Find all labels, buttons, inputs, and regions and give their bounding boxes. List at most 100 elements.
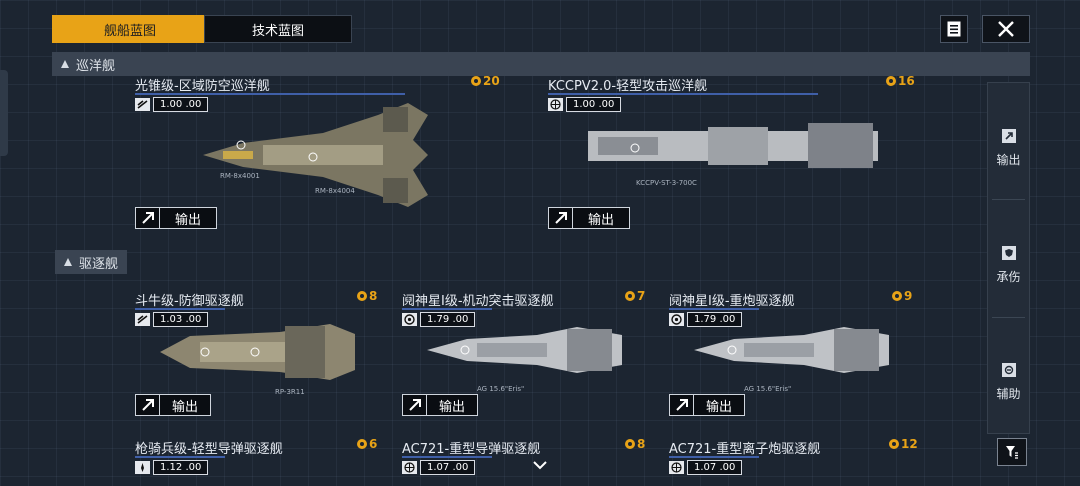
- ship-name: 阋神星I级-重炮驱逐舰: [669, 294, 795, 309]
- close-button[interactable]: [982, 15, 1030, 43]
- title-underline: [669, 308, 759, 310]
- weapon-tag: KCCPV-ST-3-700C: [636, 179, 697, 187]
- blueprint-count: 20: [471, 74, 500, 88]
- export-button[interactable]: 输出: [548, 207, 630, 229]
- ship-model-image: [160, 324, 355, 380]
- export-arrow-icon: [549, 207, 573, 229]
- rating: 1.00 .00: [548, 97, 622, 112]
- section-header-cruiser[interactable]: 巡洋舰: [52, 52, 1030, 76]
- ship-name: 枪骑兵级-轻型导弹驱逐舰: [135, 442, 283, 457]
- divider: [992, 317, 1025, 318]
- ship-model-image: [427, 327, 622, 373]
- export-arrow-icon: [136, 207, 160, 229]
- ship-name: AC721-重型导弹驱逐舰: [402, 442, 541, 457]
- blueprint-count: 9: [892, 289, 912, 303]
- globe-icon: [669, 461, 684, 474]
- title-underline: [548, 93, 818, 95]
- rating-value: 1.12 .00: [153, 460, 209, 475]
- blueprint-gear-icon: [892, 291, 902, 301]
- faction-icon: [669, 313, 684, 326]
- title-underline: [135, 308, 225, 310]
- collapse-triangle-icon: [61, 60, 69, 68]
- blueprint-gear-icon: [357, 439, 367, 449]
- filter-tank[interactable]: 承伤: [988, 246, 1029, 285]
- rating: 1.12 .00: [135, 460, 209, 475]
- ship-card[interactable]: 阋神星I级-重炮驱逐舰 9 1.79 .00 AG 15.6"Eris" 输出: [669, 289, 912, 420]
- list-button[interactable]: [940, 15, 968, 43]
- section-label: 巡洋舰: [76, 58, 116, 74]
- close-icon: [998, 21, 1014, 37]
- side-drawer-handle[interactable]: [0, 70, 8, 156]
- rating: 1.07 .00: [402, 460, 476, 475]
- export-button[interactable]: 输出: [402, 394, 478, 416]
- shield-icon: [1001, 246, 1016, 260]
- ship-card[interactable]: 斗牛级-防御驱逐舰 8 1.03 .00 RP-3R11 输出: [135, 289, 378, 420]
- filter-button[interactable]: [997, 438, 1027, 466]
- collapse-triangle-icon: [64, 258, 72, 266]
- faction-icon: [402, 313, 417, 326]
- ship-card[interactable]: AC721-重型离子炮驱逐舰 12 1.07 .00: [669, 437, 918, 486]
- blueprint-count: 12: [889, 437, 918, 451]
- tab-tech-blueprint[interactable]: 技术蓝图: [204, 15, 352, 43]
- export-button[interactable]: 输出: [135, 207, 217, 229]
- blueprint-count: 6: [357, 437, 377, 451]
- tab-ship-blueprint[interactable]: 舰船蓝图: [56, 15, 204, 43]
- divider: [992, 199, 1025, 200]
- ship-card[interactable]: 光锥级-区域防空巡洋舰 20 1.00 .00 RM-8x4001 RM-8x4…: [135, 74, 500, 240]
- section-header-destroyer[interactable]: 驱逐舰: [55, 250, 127, 274]
- weapon-tag: AG 15.6"Eris": [477, 385, 525, 393]
- blueprint-count: 16: [886, 74, 915, 88]
- filter-icon: [1006, 446, 1018, 459]
- section-label: 驱逐舰: [79, 256, 119, 272]
- scroll-down-chevron-icon[interactable]: [532, 455, 548, 474]
- rating-value: 1.07 .00: [687, 460, 743, 475]
- support-icon: [1001, 363, 1016, 377]
- ship-card[interactable]: 阋神星I级-机动突击驱逐舰 7 1.79 .00 AG 15.6"Eris" 输…: [402, 289, 645, 420]
- rating-icon: [135, 98, 150, 111]
- weapon-tag: AG 15.6"Eris": [744, 385, 792, 393]
- ship-name: KCCPV2.0-轻型攻击巡洋舰: [548, 79, 708, 94]
- export-button[interactable]: 输出: [669, 394, 745, 416]
- ship-card[interactable]: 枪骑兵级-轻型导弹驱逐舰 6 1.12 .00: [135, 437, 378, 486]
- list-icon: [947, 21, 961, 37]
- weapon-tag: RP-3R11: [275, 388, 305, 396]
- blueprint-gear-icon: [625, 439, 635, 449]
- weapon-tag: RM-8x4004: [315, 187, 355, 195]
- ship-card[interactable]: AC721-重型导弹驱逐舰 8 1.07 .00: [402, 437, 645, 486]
- ship-model-image: [203, 103, 428, 207]
- blueprint-gear-icon: [889, 439, 899, 449]
- blueprint-gear-icon: [357, 291, 367, 301]
- tab-bar: 舰船蓝图 技术蓝图: [52, 15, 352, 43]
- rating: 1.07 .00: [669, 460, 743, 475]
- rating: 1.00 .00: [135, 97, 209, 112]
- export-arrow-icon: [670, 394, 694, 416]
- blueprint-count: 8: [357, 289, 377, 303]
- rating-value: 1.07 .00: [420, 460, 476, 475]
- export-arrow-icon: [403, 394, 427, 416]
- ship-name: 光锥级-区域防空巡洋舰: [135, 79, 270, 94]
- ship-name: AC721-重型离子炮驱逐舰: [669, 442, 821, 457]
- blueprint-gear-icon: [886, 76, 896, 86]
- blueprint-gear-icon: [471, 76, 481, 86]
- globe-icon: [402, 461, 417, 474]
- rating-value: 1.00 .00: [566, 97, 622, 112]
- blueprint-count: 8: [625, 437, 645, 451]
- ship-card[interactable]: KCCPV2.0-轻型攻击巡洋舰 16 1.00 .00 KCCPV-ST-3-…: [548, 74, 915, 240]
- ship-model-image: [588, 123, 878, 168]
- ship-name: 斗牛级-防御驱逐舰: [135, 294, 244, 309]
- weapon-tag: RM-8x4001: [220, 172, 260, 180]
- title-underline: [135, 456, 225, 458]
- missile-icon: [135, 461, 150, 474]
- blueprint-gear-icon: [625, 291, 635, 301]
- export-button[interactable]: 输出: [135, 394, 211, 416]
- role-filter-bar: 输出 承伤 辅助: [987, 82, 1030, 434]
- title-underline: [402, 456, 492, 458]
- title-underline: [402, 308, 492, 310]
- filter-output[interactable]: 输出: [988, 129, 1029, 168]
- ship-name: 阋神星I级-机动突击驱逐舰: [402, 294, 554, 309]
- filter-support[interactable]: 辅助: [988, 363, 1029, 402]
- blueprint-count: 7: [625, 289, 645, 303]
- rating-value: 1.00 .00: [153, 97, 209, 112]
- globe-icon: [548, 98, 563, 111]
- title-underline: [669, 456, 759, 458]
